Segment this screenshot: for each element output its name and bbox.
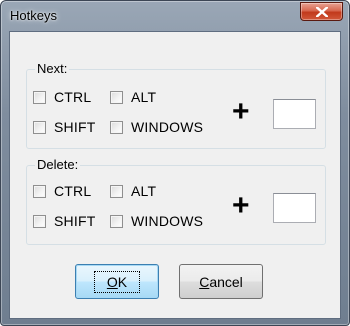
next-key-input[interactable]: [273, 99, 316, 129]
next-ctrl-label: CTRL: [54, 89, 92, 105]
next-alt-label: ALT: [131, 89, 157, 105]
delete-windows-box[interactable]: [110, 214, 123, 228]
delete-shift-label: SHIFT: [54, 213, 96, 229]
delete-plus-sign: +: [232, 189, 250, 222]
ok-mnemonic: O: [106, 273, 118, 290]
delete-ctrl-label: CTRL: [54, 183, 92, 199]
next-windows-checkbox[interactable]: WINDOWS: [110, 119, 203, 135]
delete-ctrl-checkbox[interactable]: CTRL: [33, 183, 91, 199]
delete-alt-box[interactable]: [110, 184, 123, 198]
delete-alt-checkbox[interactable]: ALT: [110, 183, 156, 199]
next-shift-checkbox[interactable]: SHIFT: [33, 119, 95, 135]
window-title: Hotkeys: [10, 8, 57, 23]
next-windows-box[interactable]: [110, 120, 123, 134]
cancel-label-rest: ancel: [209, 273, 243, 290]
delete-hotkey-group: Delete: CTRL ALT SHIFT WINDOWS +: [26, 157, 326, 245]
ok-focus-rect: OK: [93, 270, 141, 293]
delete-shift-checkbox[interactable]: SHIFT: [33, 213, 95, 229]
delete-shift-box[interactable]: [33, 214, 46, 228]
close-button[interactable]: [300, 2, 343, 21]
delete-windows-checkbox[interactable]: WINDOWS: [110, 213, 203, 229]
cancel-mnemonic: C: [199, 273, 210, 290]
next-shift-label: SHIFT: [54, 119, 96, 135]
next-alt-checkbox[interactable]: ALT: [110, 89, 156, 105]
delete-ctrl-box[interactable]: [33, 184, 46, 198]
dialog-body: Next: CTRL ALT SHIFT WINDOWS + Delete: C…: [9, 31, 341, 319]
delete-group-label: Delete:: [35, 157, 81, 172]
delete-key-input[interactable]: [273, 193, 316, 223]
hotkeys-dialog: Hotkeys Next: CTRL ALT SHIFT WINDOWS + D…: [0, 0, 350, 326]
next-windows-label: WINDOWS: [131, 119, 204, 135]
cancel-button[interactable]: Cancel: [179, 264, 263, 299]
ok-label-rest: K: [117, 273, 128, 290]
next-plus-sign: +: [232, 95, 250, 128]
next-hotkey-group: Next: CTRL ALT SHIFT WINDOWS +: [26, 61, 326, 149]
ok-button[interactable]: OK: [75, 264, 159, 299]
close-x-icon: [316, 7, 328, 17]
delete-windows-label: WINDOWS: [131, 213, 204, 229]
title-bar[interactable]: Hotkeys: [1, 1, 349, 31]
next-alt-box[interactable]: [110, 90, 123, 104]
next-ctrl-checkbox[interactable]: CTRL: [33, 89, 91, 105]
next-shift-box[interactable]: [33, 120, 46, 134]
next-ctrl-box[interactable]: [33, 90, 46, 104]
next-group-label: Next:: [35, 61, 70, 76]
delete-alt-label: ALT: [131, 183, 157, 199]
